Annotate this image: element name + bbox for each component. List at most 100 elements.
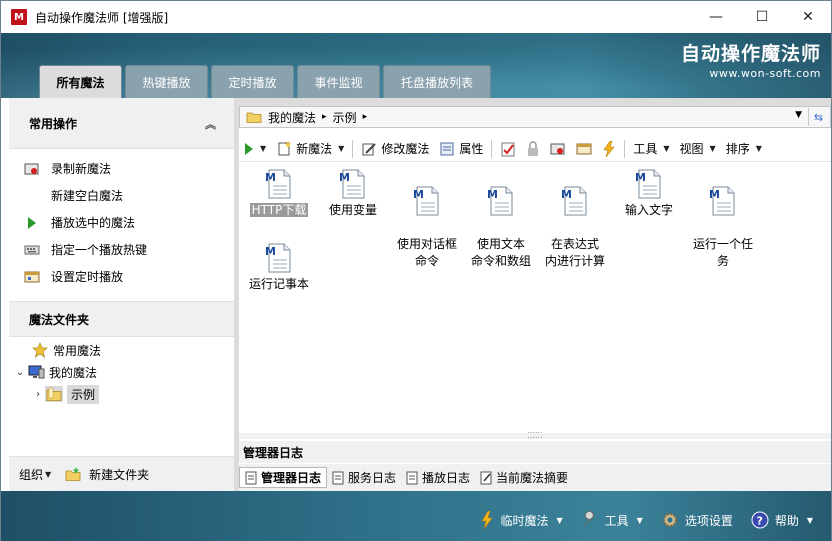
caret-down-icon: ▼ xyxy=(709,144,716,153)
gear-icon xyxy=(662,513,677,527)
magic-file-item[interactable]: M HTTP下载 xyxy=(239,168,319,219)
task-new-blank[interactable]: 新建空白魔法 xyxy=(9,182,234,209)
magic-file-item[interactable]: M 使用变量 xyxy=(313,168,393,219)
toolbar-divider xyxy=(624,139,626,158)
event-button[interactable] xyxy=(597,138,621,160)
window-controls: — ☐ ✕ xyxy=(693,1,831,33)
breadcrumb-separator-icon[interactable]: ▸ xyxy=(322,112,327,122)
magic-file-icon: M xyxy=(707,185,739,217)
schedule-icon xyxy=(576,143,592,154)
svg-text:M: M xyxy=(413,188,424,201)
record-button[interactable] xyxy=(545,138,571,160)
address-dropdown-icon[interactable]: ▼ xyxy=(795,110,802,120)
magic-file-icon: M xyxy=(485,185,517,217)
tab-play-log[interactable]: 播放日志 xyxy=(401,467,475,488)
app-window: M 自动操作魔法师 [增强版] — ☐ ✕ 自动操作魔法师 www.won-so… xyxy=(0,0,832,541)
folder-icon xyxy=(246,112,262,123)
tab-hotkey-play[interactable]: 热键播放 xyxy=(125,65,208,98)
help-icon: ? xyxy=(751,511,769,529)
new-magic-button[interactable]: 新魔法 ▼ xyxy=(271,138,349,160)
tab-manager-log[interactable]: 管理器日志 xyxy=(239,467,328,488)
breadcrumb-current[interactable]: 示例 xyxy=(333,109,357,126)
tab-service-log[interactable]: 服务日志 xyxy=(327,467,401,488)
tree-label: 我的魔法 xyxy=(49,365,98,380)
keyboard-icon xyxy=(24,243,40,257)
brand: 自动操作魔法师 www.won-soft.com xyxy=(681,39,821,80)
tab-tray-playlist[interactable]: 托盘播放列表 xyxy=(383,65,491,98)
left-pane: 常用操作 ︽ 录制新魔法 新建空白魔法 播放选中的魔法 指定一个播放热键 设置定… xyxy=(9,98,234,491)
chevron-right-icon[interactable]: › xyxy=(31,389,45,400)
magic-file-item[interactable]: M 输入文字 xyxy=(609,168,689,219)
svg-text:?: ? xyxy=(756,515,762,528)
lock-button[interactable] xyxy=(521,138,545,160)
new-folder-icon xyxy=(65,467,81,481)
title-bar[interactable]: M 自动操作魔法师 [增强版] — ☐ ✕ xyxy=(1,1,831,33)
collapse-icon[interactable]: ︽ xyxy=(205,116,216,132)
tree-item-my-magic[interactable]: ⌄ 我的魔法 xyxy=(9,361,234,383)
main-body: 常用操作 ︽ 录制新魔法 新建空白魔法 播放选中的魔法 指定一个播放热键 设置定… xyxy=(9,98,831,491)
breadcrumb-root[interactable]: 我的魔法 xyxy=(268,109,316,126)
task-label: 播放选中的魔法 xyxy=(51,216,136,230)
task-play-selected[interactable]: 播放选中的魔法 xyxy=(9,209,234,236)
options-button[interactable]: 选项设置 xyxy=(661,511,733,529)
magic-file-item[interactable]: M 运行记事本 xyxy=(239,242,319,293)
magic-file-icon: M xyxy=(559,185,591,217)
tree-item-common[interactable]: 常用魔法 xyxy=(9,339,234,361)
pane-splitter[interactable]: ⁚⁚⁚⁚⁚⁚ xyxy=(239,432,831,440)
magic-file-label: 输入文字 xyxy=(624,203,673,217)
magic-file-icon: M xyxy=(263,168,295,200)
properties-button[interactable]: 属性 xyxy=(434,138,488,160)
task-record-new[interactable]: 录制新魔法 xyxy=(9,155,234,182)
magic-file-item[interactable]: M 使用文本 命令和数组 xyxy=(461,168,541,270)
svg-text:M: M xyxy=(635,171,646,184)
edit-magic-button[interactable]: 修改魔法 xyxy=(356,138,434,160)
tools-menu[interactable]: 工具 ▼ xyxy=(628,138,674,160)
bottom-bar: 临时魔法 ▼ 工具 ▼ 选项设置 ? 帮助 ▼ xyxy=(1,491,831,541)
caret-down-icon: ▼ xyxy=(260,144,267,153)
address-bar[interactable]: 我的魔法 ▸ 示例 ▸ ▼ ⇆ xyxy=(239,106,831,128)
close-button[interactable]: ✕ xyxy=(785,1,831,33)
play-icon xyxy=(24,216,40,230)
magic-file-grid: M HTTP下载 M 使用变量 M 使用对话框 命令 M 使用文本 命令和数组 … xyxy=(239,168,831,433)
toolbar-divider xyxy=(352,139,354,158)
svg-text:M: M xyxy=(339,171,350,184)
temp-magic-menu[interactable]: 临时魔法 ▼ xyxy=(480,511,563,529)
play-button[interactable]: ▼ xyxy=(239,138,271,160)
tab-scheduled-play[interactable]: 定时播放 xyxy=(211,65,294,98)
bottom-menu: 临时魔法 ▼ 工具 ▼ 选项设置 ? 帮助 ▼ xyxy=(480,511,831,529)
common-ops-header[interactable]: 常用操作 ︽ xyxy=(9,98,234,149)
help-menu[interactable]: ? 帮助 ▼ xyxy=(751,511,813,529)
tree-item-examples[interactable]: › 示例 xyxy=(9,383,234,405)
maximize-button[interactable]: ☐ xyxy=(739,1,785,33)
magic-file-item[interactable]: M 运行一个任 务 xyxy=(683,168,763,270)
task-assign-hotkey[interactable]: 指定一个播放热键 xyxy=(9,236,234,263)
view-menu[interactable]: 视图 ▼ xyxy=(675,138,721,160)
refresh-icon[interactable]: ⇆ xyxy=(808,108,828,126)
log-icon xyxy=(406,471,418,484)
summary-icon xyxy=(480,471,492,484)
svg-text:M: M xyxy=(265,245,276,258)
sort-menu[interactable]: 排序 ▼ xyxy=(721,138,767,160)
svg-text:M: M xyxy=(561,188,572,201)
checklist-button[interactable] xyxy=(495,138,521,160)
minimize-button[interactable]: — xyxy=(693,1,739,33)
schedule-button[interactable] xyxy=(571,138,597,160)
task-label: 录制新魔法 xyxy=(51,162,112,176)
task-label: 设置定时播放 xyxy=(51,270,124,284)
magic-file-label: 运行一个任 务 xyxy=(692,237,753,268)
task-set-schedule[interactable]: 设置定时播放 xyxy=(9,263,234,290)
tab-event-monitor[interactable]: 事件监视 xyxy=(297,65,380,98)
left-bottom-bar: 组织 ▼ 新建文件夹 xyxy=(9,456,234,491)
magic-file-icon: M xyxy=(633,168,665,200)
app-logo-icon: M xyxy=(11,9,27,25)
magic-file-item[interactable]: M 使用对话框 命令 xyxy=(387,168,467,270)
chevron-down-icon[interactable]: ⌄ xyxy=(13,367,27,378)
new-folder-button[interactable]: 新建文件夹 xyxy=(65,466,149,483)
brand-title: 自动操作魔法师 xyxy=(680,43,821,65)
breadcrumb-separator-icon[interactable]: ▸ xyxy=(363,112,368,122)
tools-bottom-menu[interactable]: 工具 ▼ xyxy=(581,511,643,529)
tab-all-magic[interactable]: 所有魔法 xyxy=(39,65,122,98)
magic-file-item[interactable]: M 在表达式 内进行计算 xyxy=(535,168,615,270)
organize-button[interactable]: 组织 ▼ xyxy=(19,466,51,483)
tab-current-summary[interactable]: 当前魔法摘要 xyxy=(475,467,573,488)
